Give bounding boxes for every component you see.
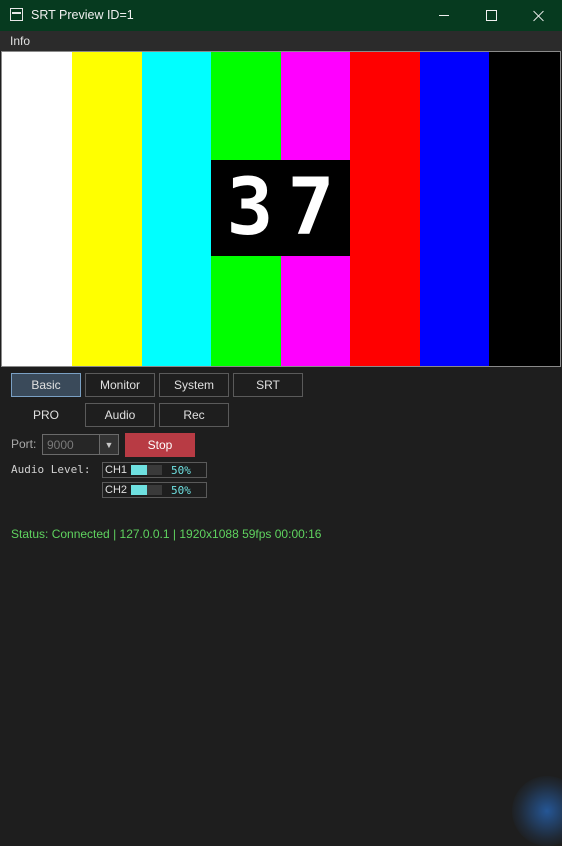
video-preview: 37 — [1, 51, 561, 367]
port-input[interactable] — [42, 434, 100, 455]
stop-button[interactable]: Stop — [125, 433, 195, 457]
minimize-icon — [439, 15, 449, 16]
status-text: Status: Connected | 127.0.0.1 | 1920x108… — [11, 527, 322, 541]
tab-srt[interactable]: SRT — [233, 373, 303, 397]
corner-glow — [512, 776, 562, 846]
color-bar-1 — [2, 52, 72, 366]
title-bar: SRT Preview ID=1 — [0, 0, 562, 31]
tab-pro[interactable]: PRO — [11, 403, 81, 427]
tab-rec[interactable]: Rec — [159, 403, 229, 427]
color-bar-6 — [350, 52, 420, 366]
color-bar-2 — [72, 52, 142, 366]
channel-name: CH2 — [105, 484, 128, 496]
color-bar-3 — [142, 52, 211, 366]
close-icon — [532, 10, 544, 22]
maximize-icon — [485, 10, 497, 21]
level-percent: 50% — [171, 484, 191, 497]
level-fill — [131, 465, 147, 475]
tab-system[interactable]: System — [159, 373, 229, 397]
menu-item-info[interactable]: Info — [10, 34, 30, 48]
tab-basic[interactable]: Basic — [11, 373, 81, 397]
color-bar-7 — [420, 52, 489, 366]
color-bar-8 — [489, 52, 560, 366]
level-track — [131, 465, 162, 475]
window-title: SRT Preview ID=1 — [31, 8, 134, 22]
tab-audio[interactable]: Audio — [85, 403, 155, 427]
maximize-button[interactable] — [468, 0, 514, 31]
level-fill — [131, 485, 147, 495]
audio-meter-ch1: CH1 50% — [102, 462, 207, 478]
menu-bar: Info — [0, 31, 562, 51]
level-percent: 50% — [171, 464, 191, 477]
audio-meter-ch2: CH2 50% — [102, 482, 207, 498]
channel-name: CH1 — [105, 464, 128, 476]
close-button[interactable] — [515, 0, 561, 31]
port-dropdown[interactable]: ▼ — [100, 434, 119, 455]
port-label: Port: — [11, 437, 37, 451]
audio-level-label: Audio Level: — [11, 463, 91, 476]
level-track — [131, 485, 162, 495]
chevron-down-icon: ▼ — [104, 439, 114, 450]
app-window-icon — [10, 8, 23, 21]
minimize-button[interactable] — [421, 0, 467, 31]
frame-counter: 37 — [211, 160, 350, 256]
tab-monitor[interactable]: Monitor — [85, 373, 155, 397]
